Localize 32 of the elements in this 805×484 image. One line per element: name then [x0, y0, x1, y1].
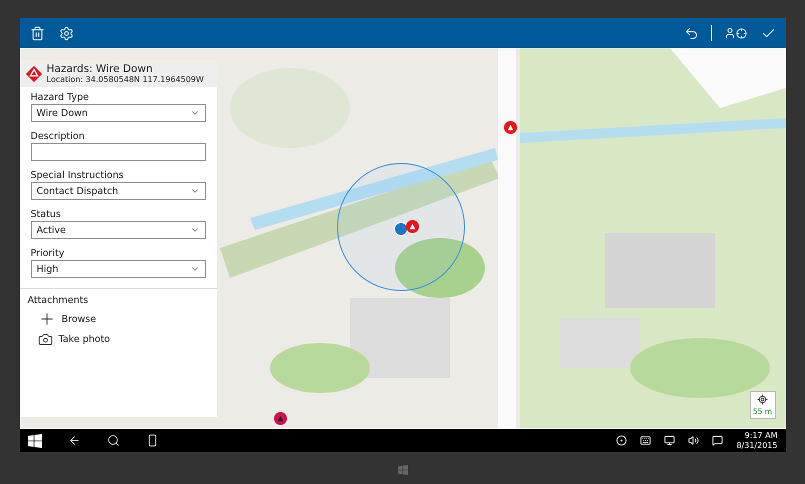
browse-button[interactable]: Browse: [28, 310, 208, 328]
search-icon[interactable]: [106, 434, 120, 447]
hazard-icon: [24, 64, 42, 82]
form-title: Hazards: Wire Down: [46, 63, 154, 75]
person-icon: [724, 27, 736, 39]
field-label: Hazard Type: [30, 92, 90, 103]
crosshair-icon: [736, 28, 746, 38]
keyboard-icon[interactable]: [640, 435, 652, 446]
field-label: Priority: [30, 248, 66, 259]
dropdown-field[interactable]: Active: [30, 221, 206, 239]
locate-icon: [757, 394, 768, 405]
field-label: Description: [30, 131, 86, 142]
dropdown-field[interactable]: High: [30, 260, 206, 278]
input-field[interactable]: [30, 143, 206, 161]
windows-icon[interactable]: [28, 434, 42, 448]
field-label: Special Instructions: [30, 170, 125, 181]
network-icon[interactable]: [664, 435, 676, 446]
volume-icon[interactable]: [688, 435, 700, 446]
dropdown-field[interactable]: Contact Dispatch: [30, 182, 206, 200]
trash-icon: [30, 26, 44, 40]
undo-icon: [684, 26, 698, 40]
back-icon[interactable]: [68, 434, 80, 447]
clock[interactable]: 9:17 AM 8/31/2015: [736, 430, 778, 450]
attachments-label: Attachments: [28, 295, 90, 306]
camera-icon: [38, 332, 52, 347]
location-text: Location: 34.0580548N 117.1964509W: [46, 75, 204, 84]
take-photo-button[interactable]: Take photo: [28, 332, 208, 347]
notifications-icon[interactable]: [712, 435, 724, 446]
settings-icon: [58, 26, 74, 40]
dropdown-field[interactable]: Wire Down: [30, 104, 206, 122]
field-label: Status: [30, 209, 62, 220]
record-icon[interactable]: [616, 435, 628, 446]
